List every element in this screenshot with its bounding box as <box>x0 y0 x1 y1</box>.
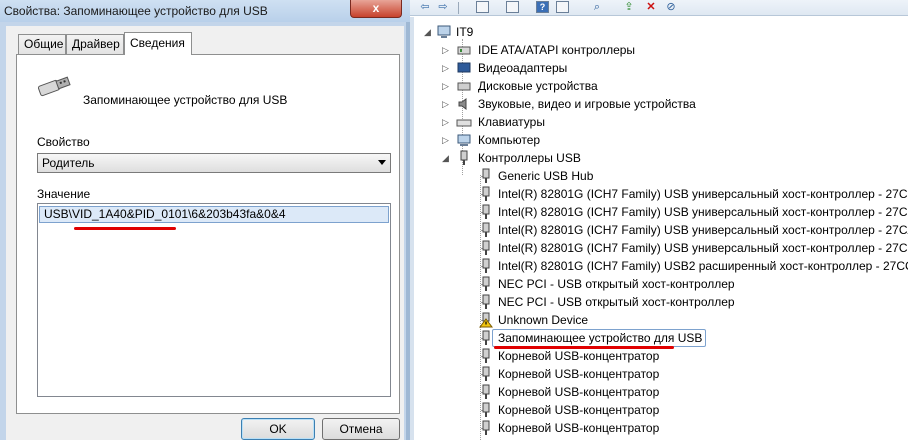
device-name: Запоминающее устройство для USB <box>83 93 288 107</box>
tree-category-label: Компьютер <box>478 133 541 147</box>
cancel-button[interactable]: Отмена <box>322 418 400 440</box>
expand-icon[interactable]: ▷ <box>442 77 450 95</box>
tree-category-label: Дисковые устройства <box>478 79 598 93</box>
dialog-title: Свойства: Запоминающее устройство для US… <box>0 0 410 22</box>
tree-category-label: Контроллеры USB <box>478 151 581 165</box>
property-label: Свойство <box>37 135 90 149</box>
help-icon[interactable]: ? <box>536 1 549 13</box>
collapse-icon[interactable]: ◢ <box>424 23 432 41</box>
tree-root-label: IT9 <box>456 25 474 39</box>
tab-details[interactable]: Сведения <box>124 32 192 55</box>
properties-icon[interactable] <box>506 1 519 13</box>
collapse-icon[interactable]: ◢ <box>442 149 450 167</box>
red-underline-pid <box>126 227 176 230</box>
expand-icon[interactable]: ▷ <box>442 41 450 59</box>
back-arrow-icon[interactable]: ⇦ <box>418 0 432 14</box>
usb-device-label: Intel(R) 82801G (ICH7 Family) USB универ… <box>498 205 908 219</box>
usb-plug-icon <box>482 384 490 399</box>
tree-category-label: IDE ATA/ATAPI контроллеры <box>478 43 636 57</box>
value-label: Значение <box>37 187 91 201</box>
details-panel: Запоминающее устройство для USB Свойство… <box>16 54 400 414</box>
usb-device-label: Запоминающее устройство для USB <box>498 331 703 345</box>
computer-icon <box>457 134 471 146</box>
usb-device-label: Intel(R) 82801G (ICH7 Family) USB универ… <box>498 241 908 255</box>
expand-icon[interactable]: ▷ <box>442 95 450 113</box>
usb-plug-icon <box>482 420 490 435</box>
computer-icon <box>437 25 451 38</box>
uninstall-icon[interactable]: ✕ <box>644 0 658 14</box>
usb-device-label: Корневой USB-концентратор <box>498 367 660 381</box>
usb-plug-icon <box>482 240 490 255</box>
display-adapter-icon <box>457 62 471 73</box>
usb-plug-icon <box>482 348 490 363</box>
show-hidden-icon[interactable] <box>556 1 569 13</box>
forward-arrow-icon[interactable]: ⇨ <box>436 0 450 14</box>
ok-button[interactable]: OK <box>241 418 315 440</box>
property-select[interactable]: Родитель <box>37 153 391 173</box>
tree-category-label: Клавиатуры <box>478 115 545 129</box>
usb-device-label: Корневой USB-концентратор <box>498 421 660 435</box>
tab-general[interactable]: Общие <box>18 34 66 54</box>
usb-plug-icon <box>482 330 490 345</box>
usb-device-label: Intel(R) 82801G (ICH7 Family) USB универ… <box>498 223 908 237</box>
usb-plug-icon <box>482 258 490 273</box>
toolbar-separator <box>458 2 459 14</box>
device-manager: ⇦ ⇨ ? ⌕ ⇪ ✕ ⊘ ◢ IT9 ▷ IDE ATA/ATAPI конт… <box>410 0 908 440</box>
dialog-body: Общие Драйвер Сведения Запоминающее устр… <box>6 26 404 440</box>
usb-plug-icon <box>482 204 490 219</box>
console-tree-icon[interactable] <box>476 1 489 13</box>
usb-plug-icon <box>482 366 490 381</box>
warning-icon <box>479 312 493 328</box>
usb-device-icon <box>37 76 71 97</box>
close-button[interactable]: x <box>350 0 402 18</box>
scan-hardware-icon[interactable]: ⌕ <box>590 0 604 14</box>
usb-device-label: Unknown Device <box>498 313 589 327</box>
usb-plug-icon <box>460 150 468 165</box>
value-list-item[interactable]: USB\VID_1A40&PID_0101\6&203b43fa&0&4 <box>39 206 389 223</box>
device-tree: ◢ IT9 ▷ IDE ATA/ATAPI контроллеры ▷ Виде… <box>414 17 908 440</box>
chevron-down-icon <box>378 160 386 165</box>
expand-icon[interactable]: ▷ <box>442 131 450 149</box>
tree-category-label: Видеоадаптеры <box>478 61 568 75</box>
usb-plug-icon <box>482 222 490 237</box>
usb-device-label: Корневой USB-концентратор <box>498 403 660 417</box>
property-select-value: Родитель <box>42 156 95 170</box>
dialog-frame: Общие Драйвер Сведения Запоминающее устр… <box>0 22 410 440</box>
update-driver-icon[interactable]: ⇪ <box>622 0 636 14</box>
red-underline-vid <box>74 227 130 230</box>
usb-plug-icon <box>482 294 490 309</box>
usb-device-label: Generic USB Hub <box>498 169 594 183</box>
properties-dialog: Свойства: Запоминающее устройство для US… <box>0 0 410 440</box>
value-list[interactable]: USB\VID_1A40&PID_0101\6&203b43fa&0&4 <box>37 203 391 397</box>
disk-drive-icon <box>457 82 471 91</box>
expand-icon[interactable]: ▷ <box>442 59 450 77</box>
tree-category-label: Звуковые, видео и игровые устройства <box>478 97 696 111</box>
usb-plug-icon <box>482 186 490 201</box>
usb-device-label: Корневой USB-концентратор <box>498 385 660 399</box>
tab-driver[interactable]: Драйвер <box>66 34 124 54</box>
ide-controller-icon <box>457 46 471 55</box>
usb-plug-icon <box>482 276 490 291</box>
speaker-icon <box>458 98 467 110</box>
usb-device-label: Intel(R) 82801G (ICH7 Family) USB универ… <box>498 187 908 201</box>
usb-plug-icon <box>482 402 490 417</box>
disable-icon[interactable]: ⊘ <box>664 0 678 14</box>
usb-plug-icon <box>482 168 490 183</box>
usb-device-label: Intel(R) 82801G (ICH7 Family) USB2 расши… <box>498 259 908 273</box>
toolbar: ⇦ ⇨ ? ⌕ ⇪ ✕ ⊘ <box>410 0 908 16</box>
usb-device-label: Корневой USB-концентратор <box>498 349 660 363</box>
expand-icon[interactable]: ▷ <box>442 113 450 131</box>
usb-device-label: NEC PCI - USB открытый хост-контроллер <box>498 277 735 291</box>
keyboard-icon <box>456 119 472 127</box>
usb-device-label: NEC PCI - USB открытый хост-контроллер <box>498 295 735 309</box>
